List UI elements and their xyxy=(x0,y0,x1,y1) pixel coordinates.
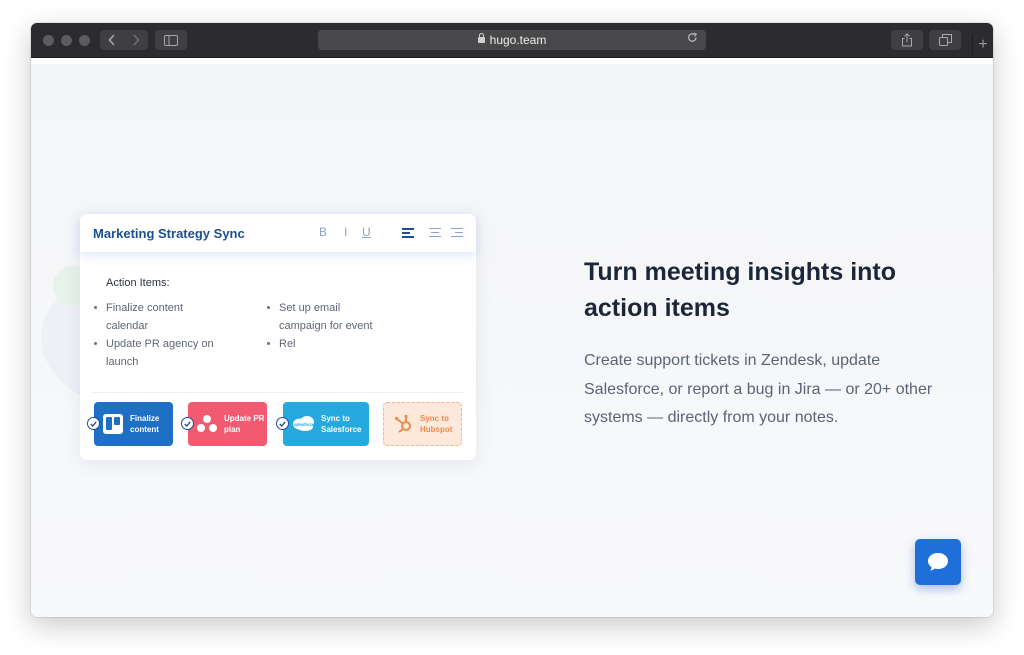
chip-salesforce[interactable]: salesforce Sync to Salesforce xyxy=(276,402,369,446)
close-window-button[interactable] xyxy=(43,35,54,46)
chip-hubspot[interactable]: Sync to Hubspot xyxy=(383,402,462,446)
header-strip xyxy=(31,58,993,64)
hubspot-icon xyxy=(394,414,411,433)
browser-toolbar: hugo.team + xyxy=(31,23,993,58)
tab-overview-button[interactable] xyxy=(929,30,961,50)
list-item: Rel xyxy=(266,335,388,353)
bold-button[interactable]: B xyxy=(319,225,327,239)
reload-icon xyxy=(688,32,698,42)
check-icon xyxy=(181,417,194,430)
card-divider xyxy=(92,392,464,393)
page-content: Marketing Strategy Sync B I U Action Ite… xyxy=(31,58,993,617)
lock-icon xyxy=(477,33,485,43)
chevron-right-icon xyxy=(133,34,140,46)
chat-bubble-icon xyxy=(928,553,948,571)
align-left-button[interactable] xyxy=(402,228,414,238)
nav-buttons xyxy=(100,30,148,50)
chip-label: Update PR plan xyxy=(224,414,265,434)
chip-asana[interactable]: Update PR plan xyxy=(181,402,267,446)
action-list-col-1: Finalize content calendar Update PR agen… xyxy=(93,299,223,371)
list-item: Finalize content calendar xyxy=(93,299,223,335)
svg-text:salesforce: salesforce xyxy=(294,422,315,427)
chip-label: Sync to Salesforce xyxy=(321,414,362,434)
asana-icon xyxy=(197,415,217,432)
chip-trello[interactable]: Finalize content xyxy=(87,402,173,446)
reload-button[interactable] xyxy=(687,32,698,46)
new-tab-button[interactable]: + xyxy=(972,34,993,56)
browser-window: hugo.team + Marketing Strategy Sync B I … xyxy=(31,23,993,617)
hero-headline: Turn meeting insights into action items xyxy=(584,258,897,322)
share-icon xyxy=(902,33,912,47)
align-right-button[interactable] xyxy=(451,228,463,237)
list-item: Set up email campaign for event xyxy=(266,299,388,335)
check-icon xyxy=(276,417,289,430)
chevron-left-icon xyxy=(108,34,115,46)
tabs-icon xyxy=(938,34,952,46)
list-item: Update PR agency on launch xyxy=(93,335,223,371)
note-card: Marketing Strategy Sync B I U Action Ite… xyxy=(80,214,476,460)
address-bar[interactable]: hugo.team xyxy=(318,30,706,50)
url-text: hugo.team xyxy=(489,33,547,47)
sidebar-toggle-button[interactable] xyxy=(155,30,187,50)
note-card-header: Marketing Strategy Sync B I U xyxy=(80,214,476,252)
chip-label: Sync to Hubspot xyxy=(420,414,453,434)
trello-icon xyxy=(103,414,123,434)
sidebar-icon xyxy=(164,34,178,46)
forward-button[interactable] xyxy=(124,30,148,50)
chat-button[interactable] xyxy=(915,539,961,585)
back-button[interactable] xyxy=(100,30,124,50)
align-center-button[interactable] xyxy=(429,228,441,237)
check-icon xyxy=(87,417,100,430)
hero-description: Create support tickets in Zendesk, updat… xyxy=(584,352,933,426)
salesforce-icon: salesforce xyxy=(293,416,315,431)
share-button[interactable] xyxy=(891,30,923,50)
action-list-col-2: Set up email campaign for event Rel xyxy=(266,299,388,353)
note-title: Marketing Strategy Sync xyxy=(93,226,245,241)
minimize-window-button[interactable] xyxy=(61,35,72,46)
chip-label: Finalize content xyxy=(130,414,160,434)
action-items-heading: Action Items: xyxy=(106,277,170,289)
maximize-window-button[interactable] xyxy=(79,35,90,46)
italic-button[interactable]: I xyxy=(344,225,347,239)
underline-button[interactable]: U xyxy=(362,225,371,239)
